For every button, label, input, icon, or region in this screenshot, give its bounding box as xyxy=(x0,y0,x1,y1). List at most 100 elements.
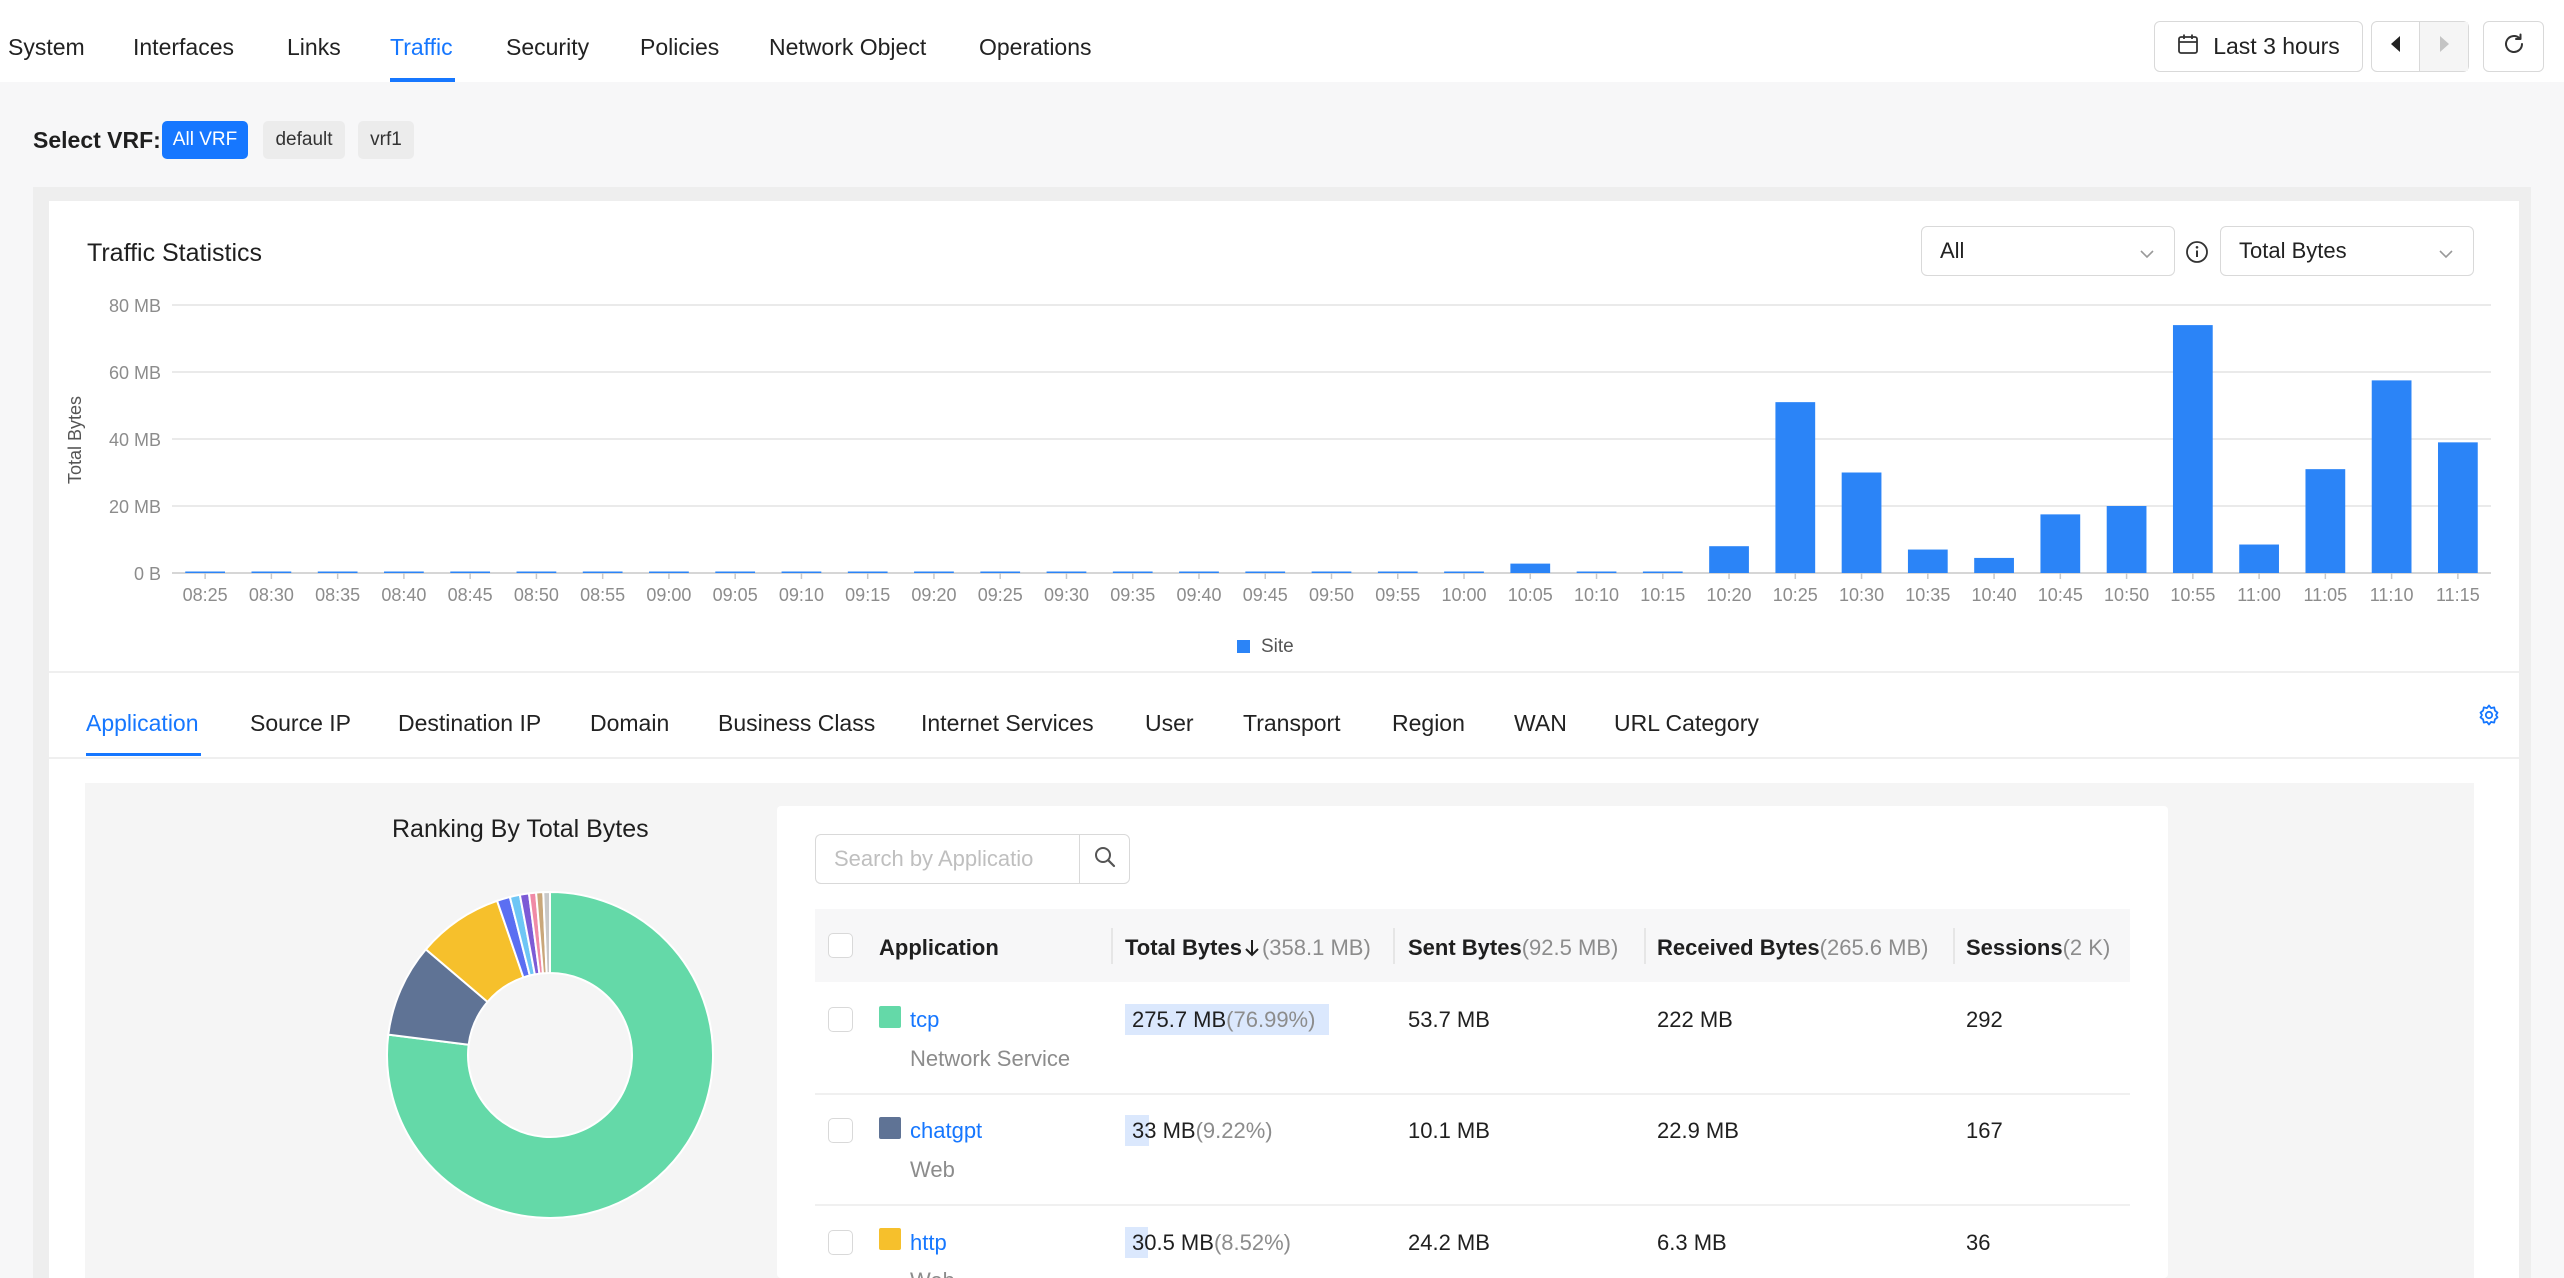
column-received-bytes-sum: (265.6 MB) xyxy=(1819,935,1929,960)
bar-1050[interactable] xyxy=(2106,506,2147,573)
total-bytes-value: 30.5 MB xyxy=(1132,1230,1214,1255)
bar-0840[interactable] xyxy=(384,571,424,574)
sessions-cell: 292 xyxy=(1966,1007,2003,1032)
x-tick-label: 09:05 xyxy=(713,585,758,605)
bar-0855[interactable] xyxy=(582,571,623,574)
legend-swatch xyxy=(1237,640,1250,653)
bar-0955[interactable] xyxy=(1377,571,1418,574)
total-bytes-value: 275.7 MB xyxy=(1132,1007,1227,1032)
app-category: Network Service xyxy=(910,1046,1071,1071)
y-tick-label: 40 MB xyxy=(109,430,161,450)
settings-icon[interactable] xyxy=(2477,703,2501,732)
bar-1005[interactable] xyxy=(1510,563,1551,573)
subtab-user[interactable]: User xyxy=(1145,710,1194,737)
search-input[interactable]: Search by Applicatio xyxy=(815,834,1080,884)
received-bytes-cell: 222 MB xyxy=(1657,1007,1733,1032)
bar-0945[interactable] xyxy=(1245,571,1286,574)
total-bytes-percent: (9.22%) xyxy=(1195,1118,1273,1143)
column-total-bytes[interactable]: Total Bytes (358.1 MB) xyxy=(1125,935,1371,961)
bar-1000[interactable] xyxy=(1444,571,1484,574)
bar-0940[interactable] xyxy=(1179,571,1219,574)
sent-bytes-cell: 24.2 MB xyxy=(1408,1230,1490,1255)
bar-0850[interactable] xyxy=(516,571,557,574)
bar-1045[interactable] xyxy=(2040,514,2081,573)
bar-1030[interactable] xyxy=(1841,472,1882,574)
column-sessions[interactable]: Sessions(2 K) xyxy=(1966,935,2110,961)
subtab-internet-services[interactable]: Internet Services xyxy=(921,710,1094,737)
bar-1040[interactable] xyxy=(1974,557,2014,573)
bar-0825[interactable] xyxy=(185,571,226,574)
bar-1105[interactable] xyxy=(2305,469,2346,573)
bar-1100[interactable] xyxy=(2239,544,2279,573)
total-bytes-value: 33 MB xyxy=(1132,1118,1196,1143)
bar-1010[interactable] xyxy=(1576,571,1617,574)
subtab-destination-ip[interactable]: Destination IP xyxy=(398,710,541,737)
total-bytes-cell: 275.7 MB(76.99%) xyxy=(1132,1007,1315,1033)
bar-1025[interactable] xyxy=(1775,402,1816,573)
column-received-bytes-label: Received Bytes xyxy=(1657,935,1820,960)
column-sent-bytes-label: Sent Bytes xyxy=(1408,935,1522,960)
subtab-source-ip[interactable]: Source IP xyxy=(250,710,351,737)
x-tick-label: 10:20 xyxy=(1707,585,1752,605)
bar-1110[interactable] xyxy=(2371,380,2412,573)
subtab-business-class[interactable]: Business Class xyxy=(718,710,875,737)
subtab-url-category[interactable]: URL Category xyxy=(1614,710,1759,737)
search-placeholder: Search by Applicatio xyxy=(834,846,1034,871)
x-tick-label: 09:30 xyxy=(1044,585,1089,605)
app-color-swatch xyxy=(879,1117,901,1139)
subtab-transport[interactable]: Transport xyxy=(1243,710,1341,737)
column-separator xyxy=(1953,928,1955,964)
app-name-link[interactable]: http xyxy=(910,1230,947,1256)
x-tick-label: 10:50 xyxy=(2104,585,2149,605)
x-tick-label: 09:10 xyxy=(779,585,824,605)
bar-0925[interactable] xyxy=(980,571,1021,574)
bar-1020[interactable] xyxy=(1709,546,1749,573)
app-category: Web xyxy=(910,1157,955,1182)
x-tick-label: 09:15 xyxy=(845,585,890,605)
ranking-donut-chart xyxy=(386,890,714,1219)
x-tick-label: 08:45 xyxy=(448,585,493,605)
row-divider xyxy=(815,1093,2130,1095)
received-bytes-cell: 6.3 MB xyxy=(1657,1230,1727,1255)
column-sent-bytes[interactable]: Sent Bytes(92.5 MB) xyxy=(1408,935,1618,961)
subtab-region[interactable]: Region xyxy=(1392,710,1465,737)
subtab-domain[interactable]: Domain xyxy=(590,710,669,737)
column-application[interactable]: Application xyxy=(879,935,999,961)
search-button[interactable] xyxy=(1079,834,1130,884)
column-separator xyxy=(1644,928,1646,964)
bar-0935[interactable] xyxy=(1112,571,1153,574)
bar-0930[interactable] xyxy=(1046,571,1087,574)
bar-0845[interactable] xyxy=(450,571,491,574)
subtab-wan[interactable]: WAN xyxy=(1514,710,1567,737)
subtab-application[interactable]: Application xyxy=(86,710,199,737)
row-checkbox[interactable] xyxy=(828,1230,853,1255)
row-checkbox[interactable] xyxy=(828,1007,853,1032)
bar-0830[interactable] xyxy=(251,571,292,574)
subtab-divider xyxy=(49,757,2519,759)
column-received-bytes[interactable]: Received Bytes(265.6 MB) xyxy=(1657,935,1928,961)
x-tick-label: 08:25 xyxy=(183,585,228,605)
x-tick-label: 11:15 xyxy=(2436,585,2480,605)
traffic-bar-chart: 0 B 20 MB 40 MB 60 MB 80 MB Total Bytes 08:25 0… xyxy=(65,296,2491,657)
app-color-swatch xyxy=(879,1006,901,1028)
row-checkbox[interactable] xyxy=(828,1118,853,1143)
bar-0835[interactable] xyxy=(317,571,358,574)
bar-1115[interactable] xyxy=(2437,442,2478,573)
bar-0905[interactable] xyxy=(715,571,756,574)
x-tick-label: 09:20 xyxy=(911,585,956,605)
bar-0910[interactable] xyxy=(781,571,822,574)
bar-0915[interactable] xyxy=(847,571,888,574)
column-sessions-label: Sessions xyxy=(1966,935,2063,960)
bar-0900[interactable] xyxy=(649,571,689,574)
app-name-link[interactable]: tcp xyxy=(910,1007,939,1033)
x-tick-label: 10:10 xyxy=(1574,585,1619,605)
bar-0920[interactable] xyxy=(914,571,954,574)
select-all-checkbox[interactable] xyxy=(828,933,853,958)
legend-label[interactable]: Site xyxy=(1261,636,1294,657)
sessions-cell: 167 xyxy=(1966,1118,2003,1143)
bar-1015[interactable] xyxy=(1642,571,1683,574)
bar-1035[interactable] xyxy=(1907,549,1948,573)
bar-1055[interactable] xyxy=(2172,325,2213,573)
app-name-link[interactable]: chatgpt xyxy=(910,1118,982,1144)
bar-0950[interactable] xyxy=(1311,571,1352,574)
